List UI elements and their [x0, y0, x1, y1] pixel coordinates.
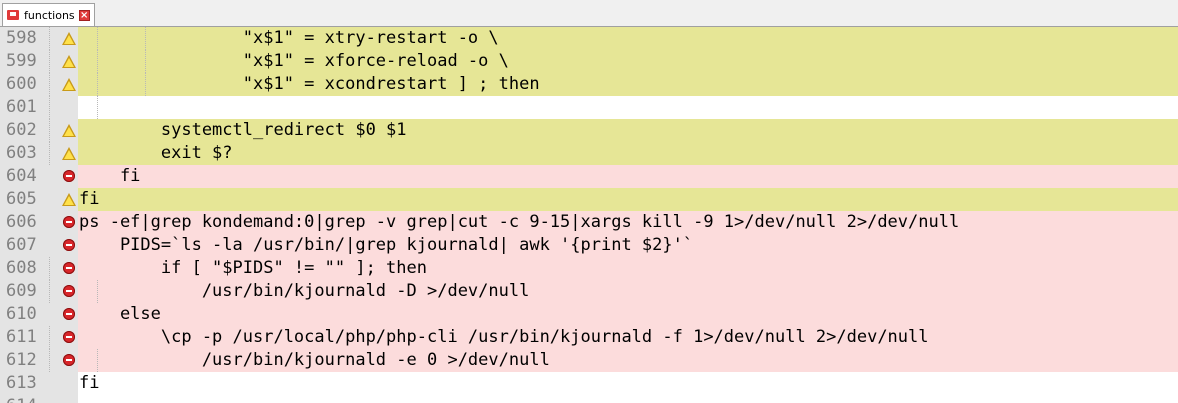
code-line[interactable]: 603 exit $? — [0, 142, 1178, 165]
tab-functions[interactable]: functions × — [2, 3, 95, 26]
warning-icon — [58, 188, 78, 211]
error-icon — [58, 326, 78, 349]
marker-margin — [58, 96, 78, 119]
warning-icon — [58, 119, 78, 142]
line-number: 613 — [0, 372, 58, 395]
code-editor[interactable]: 598 "x$1" = xtry-restart -o \ 599 "x$1" =… — [0, 27, 1178, 403]
warning-icon — [58, 50, 78, 73]
code-text[interactable]: /usr/bin/kjournald -e 0 >/dev/null — [78, 349, 1178, 372]
warning-icon — [58, 27, 78, 50]
indent-guide — [49, 119, 50, 142]
code-text[interactable]: ps -ef|grep kondemand:0|grep -v grep|cut… — [78, 211, 1178, 234]
code-line[interactable]: 605 fi — [0, 188, 1178, 211]
indent-guide — [97, 50, 98, 73]
code-text[interactable]: fi — [78, 372, 1178, 395]
error-icon — [58, 234, 78, 257]
code-line[interactable]: 601 — [0, 96, 1178, 119]
close-icon[interactable]: × — [78, 9, 90, 21]
line-number: 607 — [0, 234, 58, 257]
code-text[interactable]: "x$1" = xcondrestart ] ; then — [78, 73, 1178, 96]
indent-guide — [49, 349, 50, 372]
indent-guide — [49, 50, 50, 73]
code-line[interactable]: 614 — [0, 395, 1178, 403]
code-line[interactable]: 604 fi — [0, 165, 1178, 188]
file-icon — [6, 9, 20, 21]
indent-guide — [97, 280, 98, 303]
code-text[interactable]: PIDS=`ls -la /usr/bin/|grep kjournald| a… — [78, 234, 1178, 257]
indent-guide — [97, 96, 98, 119]
code-line[interactable]: 602 systemctl_redirect $0 $1 — [0, 119, 1178, 142]
code-line[interactable]: 608 if [ "$PIDS" != "" ]; then — [0, 257, 1178, 280]
code-text[interactable]: else — [78, 303, 1178, 326]
code-text[interactable]: fi — [78, 165, 1178, 188]
line-number: 605 — [0, 188, 58, 211]
indent-guide — [145, 50, 146, 73]
code-text[interactable]: exit $? — [78, 142, 1178, 165]
line-number: 610 — [0, 303, 58, 326]
code-line[interactable]: 607 PIDS=`ls -la /usr/bin/|grep kjournal… — [0, 234, 1178, 257]
warning-icon — [58, 73, 78, 96]
error-icon — [58, 303, 78, 326]
error-icon — [58, 349, 78, 372]
code-text[interactable] — [78, 395, 1178, 403]
code-line[interactable]: 606 ps -ef|grep kondemand:0|grep -v grep|… — [0, 211, 1178, 234]
code-line[interactable]: 599 "x$1" = xforce-reload -o \ — [0, 50, 1178, 73]
tab-label: functions — [24, 8, 75, 22]
code-text[interactable]: "x$1" = xtry-restart -o \ — [78, 27, 1178, 50]
indent-guide — [97, 349, 98, 372]
error-icon — [58, 280, 78, 303]
error-icon — [58, 257, 78, 280]
code-text[interactable]: if [ "$PIDS" != "" ]; then — [78, 257, 1178, 280]
code-line[interactable]: 598 "x$1" = xtry-restart -o \ — [0, 27, 1178, 50]
code-text[interactable]: systemctl_redirect $0 $1 — [78, 119, 1178, 142]
code-line[interactable]: 611 \cp -p /usr/local/php/php-cli /usr/b… — [0, 326, 1178, 349]
line-number: 604 — [0, 165, 58, 188]
indent-guide — [49, 27, 50, 50]
code-line[interactable]: 610 else — [0, 303, 1178, 326]
code-text[interactable] — [78, 96, 1178, 119]
indent-guide — [49, 257, 50, 280]
code-line[interactable]: 609 /usr/bin/kjournald -D >/dev/null — [0, 280, 1178, 303]
error-icon — [58, 165, 78, 188]
code-line[interactable]: 612 /usr/bin/kjournald -e 0 >/dev/null — [0, 349, 1178, 372]
indent-guide — [97, 27, 98, 50]
error-icon — [58, 211, 78, 234]
code-line[interactable]: 613 fi — [0, 372, 1178, 395]
code-text[interactable]: \cp -p /usr/local/php/php-cli /usr/bin/k… — [78, 326, 1178, 349]
code-text[interactable]: "x$1" = xforce-reload -o \ — [78, 50, 1178, 73]
indent-guide — [49, 73, 50, 96]
indent-guide — [145, 27, 146, 50]
indent-guide — [49, 142, 50, 165]
tab-bar: functions × — [0, 0, 1178, 27]
indent-guide — [49, 280, 50, 303]
code-text[interactable]: fi — [78, 188, 1178, 211]
marker-margin — [58, 395, 78, 403]
warning-icon — [58, 142, 78, 165]
indent-guide — [145, 73, 146, 96]
indent-guide — [49, 96, 50, 119]
line-number: 614 — [0, 395, 58, 403]
marker-margin — [58, 372, 78, 395]
code-text[interactable]: /usr/bin/kjournald -D >/dev/null — [78, 280, 1178, 303]
indent-guide — [49, 326, 50, 349]
code-line[interactable]: 600 "x$1" = xcondrestart ] ; then — [0, 73, 1178, 96]
line-number: 606 — [0, 211, 58, 234]
indent-guide — [97, 73, 98, 96]
